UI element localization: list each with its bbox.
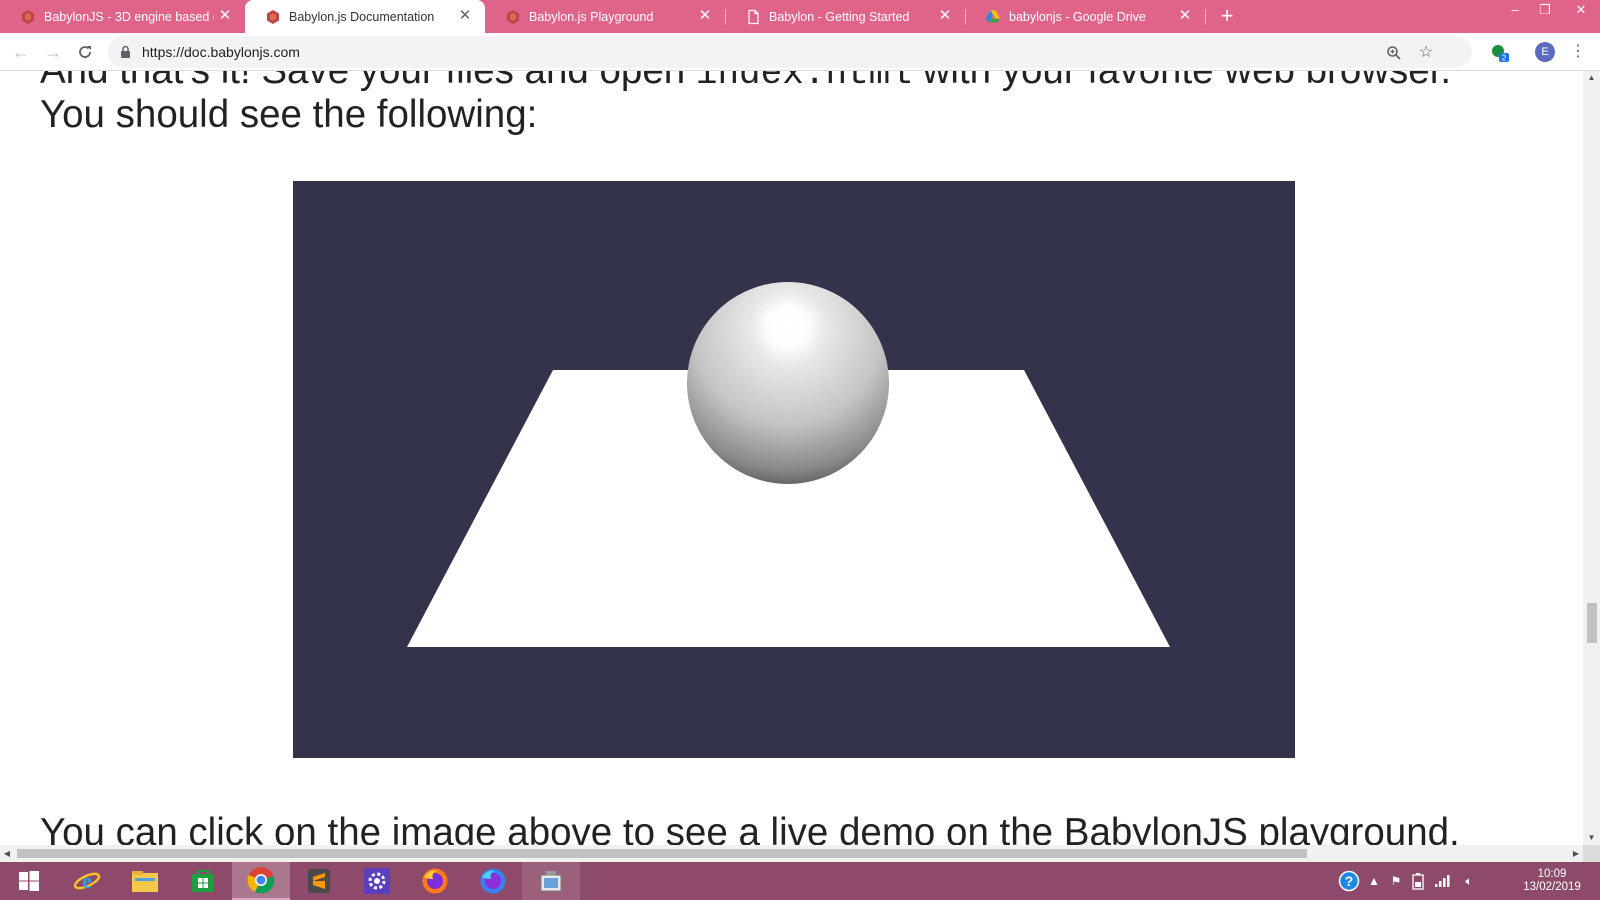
page-content: And that's it! Save your files and open … <box>0 71 1583 845</box>
browser-toolbar: ← → https://doc.babylonjs.com ☆ 2 E ⋮ <box>0 33 1600 71</box>
paragraph-live-demo: You can click on the image above to see … <box>40 811 1460 845</box>
tab-title: BabylonJS - 3D engine based on <box>44 9 214 24</box>
address-bar[interactable]: https://doc.babylonjs.com ☆ <box>108 36 1472 68</box>
action-center-flag-icon[interactable]: ⚑ <box>1386 862 1406 900</box>
photo-viewer-logo-icon <box>540 871 562 892</box>
scrollbar-corner <box>1583 845 1600 862</box>
babylon-scene-image[interactable] <box>293 181 1295 758</box>
tab-separator <box>1205 9 1206 25</box>
network-signal-icon[interactable] <box>1432 862 1454 900</box>
chrome-logo-icon <box>247 867 275 894</box>
tab-babylonjs-playground[interactable]: Babylon.js Playground ✕ <box>485 0 725 33</box>
close-window-button[interactable]: ✕ <box>1562 0 1600 22</box>
tab-google-drive[interactable]: babylonjs - Google Drive ✕ <box>965 0 1205 33</box>
forward-button[interactable]: → <box>42 41 64 63</box>
volume-icon[interactable]: 🔈︎ <box>1458 862 1480 900</box>
svg-text:e: e <box>82 868 92 893</box>
tab-babylonjs-documentation[interactable]: Babylon.js Documentation ✕ <box>245 0 485 33</box>
text-part: And that's it! Save your files and open <box>40 71 696 92</box>
firefox-icon[interactable] <box>406 862 464 900</box>
scene-render <box>407 282 1170 647</box>
reload-icon <box>79 46 91 58</box>
extension-badge-count: 2 <box>1502 54 1507 63</box>
zoom-icon[interactable] <box>1384 43 1404 63</box>
tab-title: Babylon.js Playground <box>529 9 654 24</box>
close-tab-icon[interactable]: ✕ <box>457 8 473 24</box>
help-question-icon: ? <box>1338 870 1360 892</box>
babylon-logo-icon <box>267 9 279 24</box>
extension-badge-icon: 2 <box>1492 45 1509 63</box>
minimize-button[interactable]: – <box>1500 0 1530 22</box>
gear-icon <box>364 868 390 894</box>
text-part: with your favorite web browser. <box>912 71 1452 92</box>
babylon-logo-icon <box>22 9 34 24</box>
photo-viewer-icon[interactable] <box>522 862 580 900</box>
reload-button[interactable] <box>74 41 96 63</box>
new-tab-button[interactable]: + <box>1216 5 1238 27</box>
restore-button[interactable]: ❐ <box>1530 0 1560 22</box>
windows-taskbar: e ? ▲ ⚑ 🔈︎ 10:09 13/02/2019 <box>0 862 1600 900</box>
scroll-right-arrow[interactable]: ▶ <box>1569 845 1583 862</box>
screen: BabylonJS - 3D engine based on ✕ Babylon… <box>0 0 1600 900</box>
scroll-up-arrow[interactable]: ▲ <box>1583 71 1600 85</box>
battery-icon[interactable] <box>1408 862 1428 900</box>
google-drive-icon <box>986 10 1000 22</box>
tab-babylonjs-home[interactable]: BabylonJS - 3D engine based on ✕ <box>0 0 245 33</box>
battery-level-icon <box>1412 873 1424 890</box>
paragraph-save-files: And that's it! Save your files and open … <box>40 71 1451 94</box>
tab-strip: BabylonJS - 3D engine based on ✕ Babylon… <box>0 0 1600 33</box>
document-icon <box>748 9 759 24</box>
svg-text:?: ? <box>1345 873 1354 889</box>
extension-icon[interactable]: 2 <box>1490 43 1509 63</box>
inline-code-filename: index.html <box>695 71 912 94</box>
magnifier-icon <box>1387 46 1401 60</box>
close-tab-icon[interactable]: ✕ <box>1177 8 1193 24</box>
close-tab-icon[interactable]: ✕ <box>937 8 953 24</box>
sublime-logo-icon <box>308 869 330 893</box>
vertical-scrollbar[interactable]: ▲ ▼ <box>1583 71 1600 845</box>
windows-start-icon[interactable] <box>0 862 58 900</box>
close-tab-icon[interactable]: ✕ <box>217 8 233 24</box>
chrome-icon[interactable] <box>232 862 290 900</box>
folder-icon <box>132 871 158 892</box>
bookmark-star-icon[interactable]: ☆ <box>1416 43 1436 63</box>
windows-logo-icon <box>19 871 39 891</box>
vertical-scroll-thumb[interactable] <box>1587 603 1597 643</box>
store-icon[interactable] <box>174 862 232 900</box>
firefox-logo-icon <box>422 868 448 894</box>
taskbar-clock[interactable]: 10:09 13/02/2019 <box>1508 868 1596 894</box>
show-hidden-icons-arrow[interactable]: ▲ <box>1366 862 1382 900</box>
scroll-left-arrow[interactable]: ◀ <box>0 845 14 862</box>
settings-gear-icon[interactable] <box>348 862 406 900</box>
help-icon[interactable]: ? <box>1336 862 1362 900</box>
url-text: https://doc.babylonjs.com <box>142 44 300 60</box>
back-button[interactable]: ← <box>10 41 32 63</box>
sublime-text-icon[interactable] <box>290 862 348 900</box>
clock-time: 10:09 <box>1537 868 1567 880</box>
tab-title: Babylon - Getting Started <box>769 9 910 24</box>
scroll-down-arrow[interactable]: ▼ <box>1583 831 1600 845</box>
browser-menu-icon[interactable]: ⋮ <box>1570 42 1586 62</box>
tab-title: Babylon.js Documentation <box>289 9 435 24</box>
firefox-developer-logo-icon <box>480 868 506 894</box>
lock-icon <box>121 45 130 58</box>
babylon-logo-icon <box>507 9 519 24</box>
internet-explorer-icon[interactable]: e <box>58 862 116 900</box>
firefox-developer-icon[interactable] <box>464 862 522 900</box>
tab-title: babylonjs - Google Drive <box>1009 9 1146 24</box>
tab-babylon-getting-started[interactable]: Babylon - Getting Started ✕ <box>725 0 965 33</box>
ie-logo-icon: e <box>73 868 101 893</box>
horizontal-scrollbar[interactable]: ◀ ▶ <box>0 845 1583 862</box>
paragraph-see-following: You should see the following: <box>40 93 538 136</box>
sphere <box>687 282 889 484</box>
close-tab-icon[interactable]: ✕ <box>697 8 713 24</box>
profile-avatar[interactable]: E <box>1535 42 1555 62</box>
horizontal-scroll-thumb[interactable] <box>17 849 1307 858</box>
file-explorer-icon[interactable] <box>116 862 174 900</box>
clock-date: 13/02/2019 <box>1523 881 1581 893</box>
signal-bars-icon <box>1435 875 1450 887</box>
store-bag-icon <box>192 870 214 892</box>
